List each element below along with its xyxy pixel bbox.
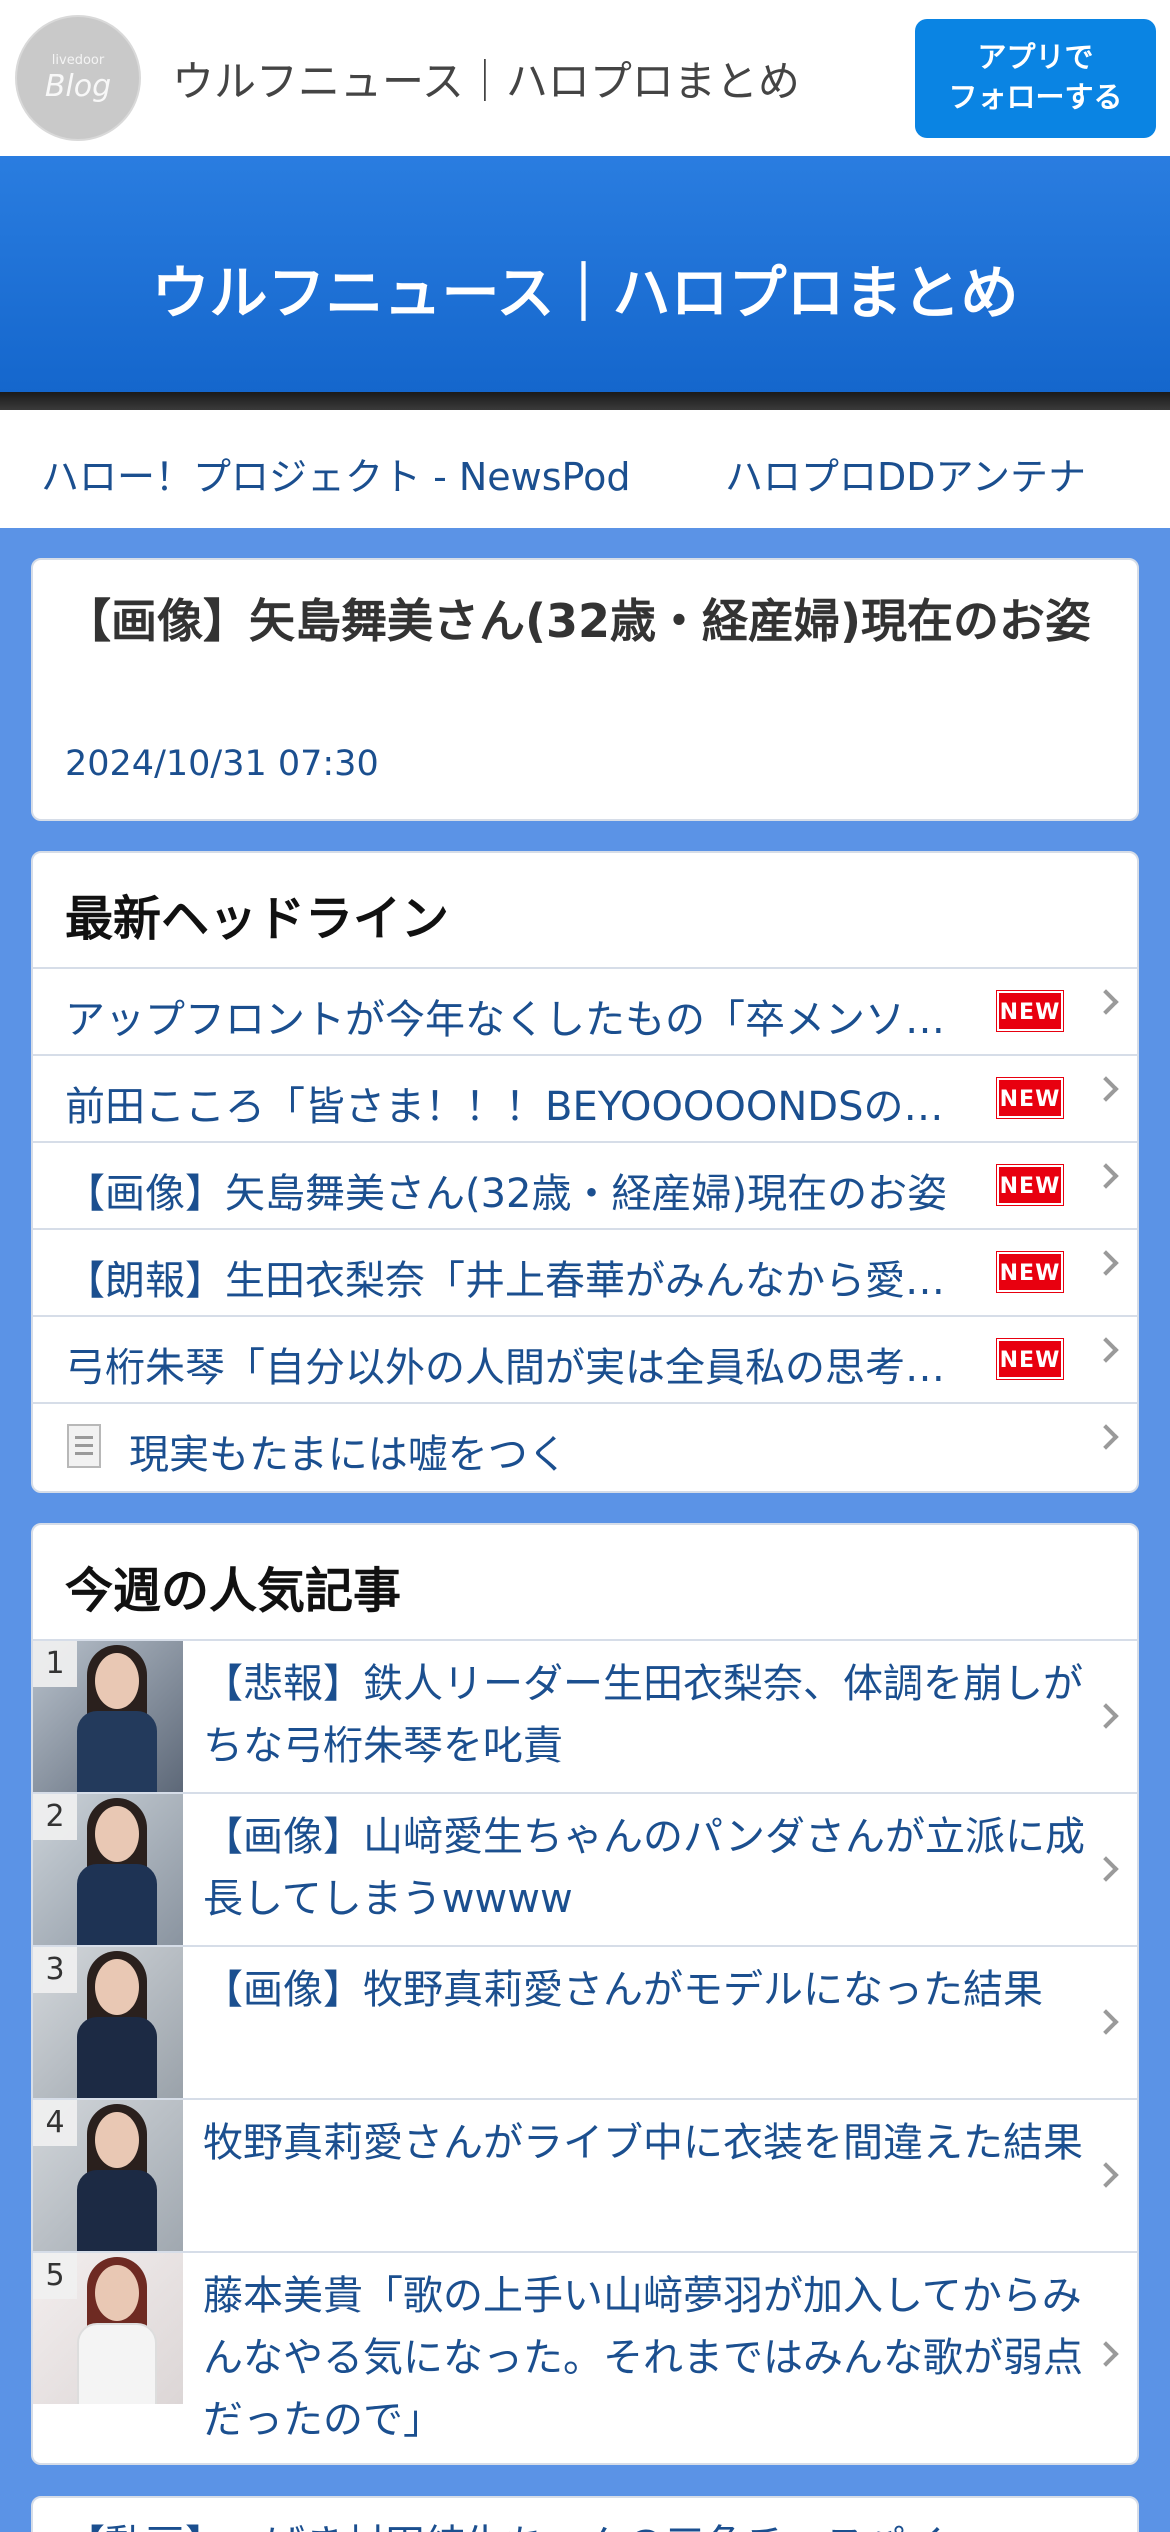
- latest-headlines-card: 最新ヘッドライン アップフロントが今年なくしたもの「卒メンソ… NEW 前田ここ…: [31, 851, 1139, 1493]
- chevron-right-icon: [1093, 1076, 1119, 1102]
- popular-item[interactable]: 2 【画像】山﨑愛生ちゃんのパンダさんが立派に成長してしまうwwww: [33, 1794, 1137, 1947]
- article-date: 2024/10/31 07:30: [65, 744, 379, 784]
- headline-text: 現実もたまには嘘をつく: [129, 1432, 568, 1478]
- popular-item-text: 藤本美貴「歌の上手い山﨑夢羽が加入してからみんなやる気になった。それまではみんな…: [203, 2273, 1083, 2443]
- document-icon: [67, 1424, 101, 1468]
- new-badge: NEW: [996, 1077, 1064, 1119]
- banner-divider: [0, 392, 1170, 410]
- popular-item-text: 牧野真莉愛さんがライブ中に衣装を間違えた結果: [203, 2120, 1083, 2166]
- popular-item[interactable]: 3 【画像】牧野真莉愛さんがモデルになった結果: [33, 1947, 1137, 2100]
- headline-text: 前田こころ「皆さま！！！BEYOOOOONDSの…: [65, 1084, 944, 1130]
- article-card: 【画像】矢島舞美さん(32歳・経産婦)現在のお姿 2024/10/31 07:3…: [31, 558, 1139, 821]
- headline-text: アップフロントが今年なくしたもの「卒メンソ…: [65, 997, 945, 1043]
- headline-text: 【朗報】生田衣梨奈「井上春華がみんなから愛…: [65, 1258, 945, 1304]
- headline-text: 【画像】矢島舞美さん(32歳・経産婦)現在のお姿: [65, 1171, 948, 1217]
- headline-item[interactable]: 【画像】矢島舞美さん(32歳・経産婦)現在のお姿 NEW: [33, 1143, 1137, 1230]
- related-links-bar: ハロー！プロジェクト - NewsPod ハロプロDDアンテナ: [0, 410, 1170, 528]
- chevron-right-icon: [1093, 1250, 1119, 1276]
- latest-headlines-heading: 最新ヘッドライン: [33, 853, 1137, 969]
- popular-item-text: 【画像】山﨑愛生ちゃんのパンダさんが立派に成長してしまうwwww: [203, 1814, 1085, 1922]
- logo-small-text: livedoor: [51, 53, 105, 68]
- article-title: 【画像】矢島舞美さん(32歳・経産婦)現在のお姿: [65, 594, 1092, 648]
- rank-number: 2: [33, 1794, 77, 1840]
- new-badge: NEW: [996, 1251, 1064, 1293]
- rank-number: 3: [33, 1947, 77, 1993]
- headline-item[interactable]: 前田こころ「皆さま！！！BEYOOOOONDSの… NEW: [33, 1056, 1137, 1143]
- blog-title[interactable]: ウルフニュース｜ハロプロまとめ: [0, 246, 1170, 330]
- new-badge: NEW: [996, 1338, 1064, 1380]
- headline-text: 弓桁朱琴「自分以外の人間が実は全員私の思考…: [65, 1345, 945, 1391]
- headline-item[interactable]: 【朗報】生田衣梨奈「井上春華がみんなから愛… NEW: [33, 1230, 1137, 1317]
- chevron-right-icon: [1093, 1424, 1119, 1450]
- popular-item-text: 【画像】牧野真莉愛さんがモデルになった結果: [203, 1967, 1043, 2013]
- popular-item[interactable]: 4 牧野真莉愛さんがライブ中に衣装を間違えた結果: [33, 2100, 1137, 2253]
- popular-item[interactable]: 5 藤本美貴「歌の上手い山﨑夢羽が加入してからみんなやる気になった。それまではみ…: [33, 2253, 1137, 2459]
- next-article-text: 【動画】つばき村田結生ちゃんの三角チ…スパイ: [65, 2512, 945, 2532]
- site-name[interactable]: ウルフニュース｜ハロプロまとめ: [172, 48, 800, 109]
- popular-item[interactable]: 1 【悲報】鉄人リーダー生田衣梨奈、体調を崩しがちな弓桁朱琴を叱責: [33, 1641, 1137, 1794]
- follow-line-2: フォローする: [948, 80, 1123, 114]
- logo-big-text: Blog: [44, 69, 112, 104]
- new-badge: NEW: [996, 1164, 1064, 1206]
- link-dd-antenna[interactable]: ハロプロDDアンテナ: [725, 446, 1086, 501]
- app-bar: livedoor Blog ウルフニュース｜ハロプロまとめ アプリで フォローす…: [0, 0, 1170, 156]
- new-badge: NEW: [996, 990, 1064, 1032]
- popular-articles-heading: 今週の人気記事: [33, 1525, 1137, 1641]
- headline-item[interactable]: 現実もたまには嘘をつく: [33, 1404, 1137, 1491]
- headline-item[interactable]: 弓桁朱琴「自分以外の人間が実は全員私の思考… NEW: [33, 1317, 1137, 1404]
- link-newspod[interactable]: ハロー！プロジェクト - NewsPod: [41, 446, 630, 501]
- popular-articles-card: 今週の人気記事 1 【悲報】鉄人リーダー生田衣梨奈、体調を崩しがちな弓桁朱琴を叱…: [31, 1523, 1139, 2465]
- popular-item-text: 【悲報】鉄人リーダー生田衣梨奈、体調を崩しがちな弓桁朱琴を叱責: [203, 1661, 1083, 1769]
- follow-line-1: アプリで: [977, 40, 1094, 74]
- chevron-right-icon: [1093, 1337, 1119, 1363]
- headline-item[interactable]: アップフロントが今年なくしたもの「卒メンソ… NEW: [33, 969, 1137, 1056]
- rank-number: 1: [33, 1641, 77, 1687]
- follow-in-app-button[interactable]: アプリで フォローする: [915, 19, 1156, 138]
- rank-number: 4: [33, 2100, 77, 2146]
- chevron-right-icon: [1093, 1163, 1119, 1189]
- chevron-right-icon: [1093, 989, 1119, 1015]
- rank-number: 5: [33, 2253, 77, 2299]
- next-article-card[interactable]: 【動画】つばき村田結生ちゃんの三角チ…スパイ: [31, 2496, 1139, 2532]
- livedoor-blog-logo[interactable]: livedoor Blog: [15, 15, 141, 141]
